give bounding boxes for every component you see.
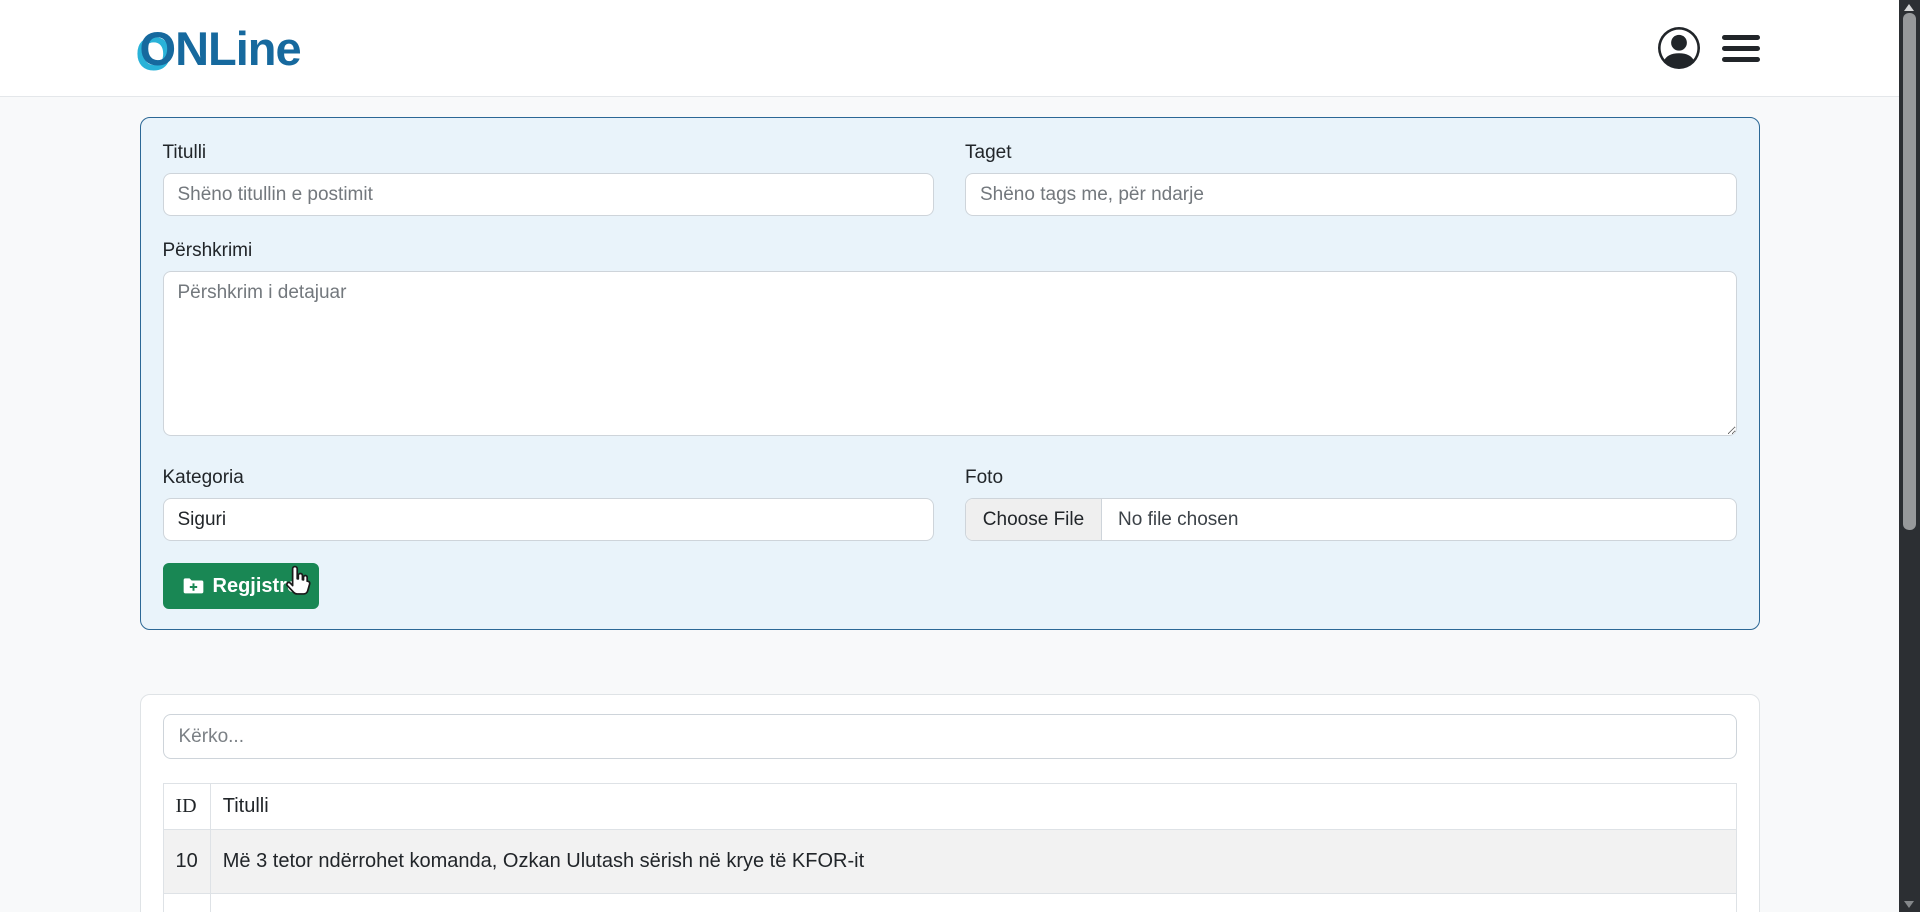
regjistro-button-label: Regjistro	[213, 575, 300, 598]
posts-list-card: ID Titulli 10 Më 3 tetor ndërrohet koman…	[140, 694, 1760, 912]
menu-icon[interactable]	[1722, 31, 1760, 66]
row-id: 10	[163, 830, 210, 894]
header-inner: OONLine	[140, 25, 1760, 72]
logo-o-dark-layer: O	[140, 22, 176, 75]
table-row[interactable]: 10 Më 3 tetor ndërrohet komanda, Ozkan U…	[163, 830, 1736, 894]
viewport: OONLine	[0, 0, 1920, 912]
field-taget: Taget	[965, 142, 1737, 216]
page-content: OONLine	[0, 0, 1899, 912]
post-form-card: Titulli Taget Përshkrimi Kategoria	[140, 117, 1760, 630]
field-kategoria: Kategoria Siguri	[163, 467, 935, 541]
scroll-up-arrow-icon[interactable]	[1904, 4, 1914, 11]
row-title: Më 3 tetor ndërrohet komanda, Ozkan Ulut…	[210, 830, 1736, 894]
field-titulli: Titulli	[163, 142, 935, 216]
taget-input[interactable]	[965, 173, 1737, 216]
row-title: Ora e Mozzik që u tha se kushton 1.3 mil…	[210, 894, 1736, 912]
foto-label: Foto	[965, 467, 1737, 489]
column-header-titulli: Titulli	[210, 784, 1736, 830]
pershkrimi-label: Përshkrimi	[163, 240, 1737, 262]
file-chosen-status: No file chosen	[1102, 499, 1238, 540]
taget-label: Taget	[965, 142, 1737, 164]
main-container: Titulli Taget Përshkrimi Kategoria	[140, 117, 1760, 912]
kategoria-selected-value: Siguri	[178, 509, 227, 531]
posts-table: ID Titulli 10 Më 3 tetor ndërrohet koman…	[163, 783, 1737, 912]
pershkrimi-textarea[interactable]	[163, 271, 1737, 436]
table-header-row: ID Titulli	[163, 784, 1736, 830]
logo-letter-o: OO	[140, 25, 176, 72]
kategoria-label: Kategoria	[163, 467, 935, 489]
form-row-2: Kategoria Siguri Foto Choose File No fil…	[163, 467, 1737, 541]
scroll-down-arrow-icon[interactable]	[1904, 901, 1914, 908]
account-icon[interactable]	[1658, 27, 1700, 69]
regjistro-button[interactable]: Regjistro	[163, 563, 320, 609]
folder-plus-icon	[183, 576, 204, 597]
titulli-input[interactable]	[163, 173, 935, 216]
vertical-scrollbar[interactable]	[1899, 0, 1920, 912]
site-logo[interactable]: OONLine	[140, 25, 301, 72]
menu-bar	[1722, 46, 1760, 51]
kategoria-select[interactable]: Siguri	[163, 498, 935, 541]
foto-file-input[interactable]: Choose File No file chosen	[965, 498, 1737, 541]
field-pershkrimi: Përshkrimi	[163, 240, 1737, 441]
menu-bar	[1722, 57, 1760, 62]
field-foto: Foto Choose File No file chosen	[965, 467, 1737, 541]
header: OONLine	[0, 0, 1899, 97]
column-header-id: ID	[163, 784, 210, 830]
scrollbar-thumb[interactable]	[1903, 13, 1916, 530]
choose-file-button[interactable]: Choose File	[966, 499, 1102, 540]
logo-rest: NLine	[175, 22, 301, 75]
titulli-label: Titulli	[163, 142, 935, 164]
search-input[interactable]	[163, 714, 1737, 759]
row-id: 9	[163, 894, 210, 912]
form-row-1: Titulli Taget	[163, 142, 1737, 216]
table-row[interactable]: 9 Ora e Mozzik që u tha se kushton 1.3 m…	[163, 894, 1736, 912]
menu-bar	[1722, 35, 1760, 40]
header-icons	[1658, 27, 1760, 69]
